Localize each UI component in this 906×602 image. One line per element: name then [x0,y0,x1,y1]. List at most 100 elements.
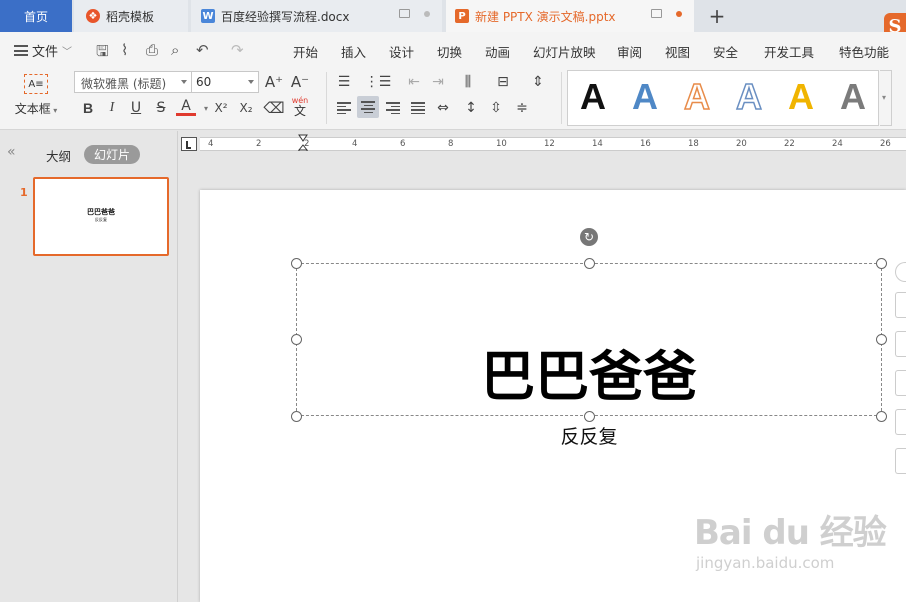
float-tool-shape-icon[interactable] [895,370,906,396]
ruler-label: 2 [256,139,262,149]
new-tab-button[interactable]: + [702,0,732,32]
menu-start[interactable]: 开始 [293,42,318,61]
font-family-select[interactable]: 微软雅黑 (标题) [74,71,192,93]
menu-insert[interactable]: 插入 [341,42,366,61]
undo-icon[interactable]: ↶ [196,41,209,59]
art-style-gold[interactable]: A [788,77,814,117]
collapse-panel-icon[interactable]: « [7,144,16,160]
format-painter-icon[interactable]: ⌇ [121,41,128,59]
art-style-blue[interactable]: A [632,77,658,117]
print-preview-icon[interactable]: ⌕ [171,41,179,59]
tab-document-label: 百度经验撰写流程.docx [221,9,350,24]
subscript-button[interactable]: X₂ [236,98,256,118]
tab-presentation-label: 新建 PPTX 演示文稿.pptx [475,9,616,24]
menu-design[interactable]: 设计 [389,42,414,61]
separator [561,72,562,124]
increase-indent-icon[interactable]: ⇥ [428,72,448,92]
bullet-list-icon[interactable]: ☰ [334,72,354,92]
slides-panel: « 大纲 幻灯片 1 巴巴爸爸 反反复 [0,131,178,602]
chevron-down-icon [181,80,187,84]
ruler-label: 22 [784,139,795,149]
file-menu[interactable]: 文件 ﹀ [14,41,72,60]
baidu-watermark: Bai du 经验 jingyan.baidu.com [694,505,887,572]
text-direction-icon[interactable]: ⊟ [493,72,513,92]
art-style-blue-outline[interactable]: A [735,76,763,118]
monitor-icon[interactable] [399,9,410,18]
art-style-black[interactable]: A [580,77,606,117]
ruler-label: 4 [208,139,214,149]
float-tool-font-icon[interactable] [895,448,906,474]
menu-security[interactable]: 安全 [713,42,738,61]
print-icon[interactable]: ⎙ [146,41,158,59]
font-size-select[interactable]: 60 [191,71,259,93]
line-spacing-icon[interactable]: ↕ [461,98,481,118]
numbered-list-icon[interactable]: ⋮☰ [365,72,392,92]
redo-icon[interactable]: ↷ [231,41,244,59]
thumbnail-title: 巴巴爸爸 [87,208,115,216]
decrease-indent-icon[interactable]: ⇤ [404,72,424,92]
float-tool-outline-icon[interactable] [895,409,906,435]
watermark-brand: Bai du 经验 [694,513,887,553]
menu-developer[interactable]: 开发工具 [764,42,814,61]
ppt-icon: P [455,9,469,23]
rotate-handle-icon[interactable]: ↻ [580,228,598,246]
float-tool-layers-icon[interactable] [895,292,906,318]
distribute-button[interactable]: ⇔ [433,98,453,118]
italic-button[interactable]: I [102,98,122,118]
align-left-button[interactable] [334,98,354,118]
tab-templates[interactable]: ❖ 稻壳模板 [74,0,188,32]
align-right-button[interactable] [383,98,403,118]
gallery-scrollbar[interactable]: ▾ [880,70,892,126]
underline-button[interactable]: U [126,98,146,118]
menu-slideshow[interactable]: 幻灯片放映 [533,42,596,61]
menu-transition[interactable]: 切换 [437,42,462,61]
resize-handle-top-right[interactable] [876,258,887,269]
menu-features[interactable]: 特色功能 [839,42,889,61]
font-color-button[interactable]: A [176,98,196,116]
menu-review[interactable]: 审阅 [617,42,642,61]
tab-home[interactable]: 首页 [0,0,72,32]
menu-animation[interactable]: 动画 [485,42,510,61]
shrink-font-button[interactable]: A⁻ [290,72,310,92]
chevron-down-icon: ﹀ [62,47,73,58]
wps-icon: ❖ [86,9,100,23]
tab-status-dot[interactable] [424,10,430,17]
paragraph-spacing-icon[interactable]: ⇳ [486,98,506,118]
unsaved-dot[interactable] [676,10,682,17]
tab-presentation[interactable]: P 新建 PPTX 演示文稿.pptx [446,0,694,32]
phonetic-guide-button[interactable]: wén 文 [290,96,310,117]
columns-icon[interactable]: ⫼ [458,72,478,92]
grow-font-button[interactable]: A⁺ [264,72,284,92]
textbox-icon: A≡ [24,74,48,94]
justify-button[interactable] [408,98,428,118]
ribbon: A≡ 文本框 ▾ 微软雅黑 (标题) 60 A⁺ A⁻ B I U S A ▾ … [0,66,906,130]
strikethrough-button[interactable]: S [151,98,171,118]
menu-view[interactable]: 视图 [665,42,690,61]
float-tool-text-icon[interactable] [895,331,906,357]
chevron-down-icon [248,80,254,84]
hamburger-icon [14,45,28,56]
tab-outline[interactable]: 大纲 [46,146,71,165]
textbox-button[interactable]: A≡ 文本框 ▾ [10,72,62,124]
slide-subtitle[interactable]: 反反复 [296,422,882,449]
resize-handle-top[interactable] [584,258,595,269]
save-icon[interactable]: 🖫 [96,41,109,66]
align-text-icon[interactable]: ⇕ [528,72,548,92]
spacing-options-icon[interactable]: ≑ [512,98,532,118]
slide-title[interactable]: 巴巴爸爸 [296,340,882,414]
align-center-button[interactable] [357,96,379,118]
tab-document[interactable]: W 百度经验撰写流程.docx [191,0,442,32]
tab-slides[interactable]: 幻灯片 [84,145,140,164]
clear-format-icon[interactable]: ⌫ [263,98,284,118]
chevron-down-icon: ▾ [882,93,887,102]
textbox-label: 文本框 [14,102,51,116]
slide-thumbnail[interactable]: 巴巴爸爸 反反复 [33,177,169,256]
resize-handle-top-left[interactable] [291,258,302,269]
art-style-orange-outline[interactable]: A [683,76,711,118]
tab-stop-selector[interactable] [181,137,197,151]
bold-button[interactable]: B [78,98,98,118]
monitor-icon[interactable] [651,9,662,18]
font-size-value: 60 [196,75,212,89]
art-style-gray[interactable]: A [840,77,866,117]
superscript-button[interactable]: X² [211,98,231,118]
